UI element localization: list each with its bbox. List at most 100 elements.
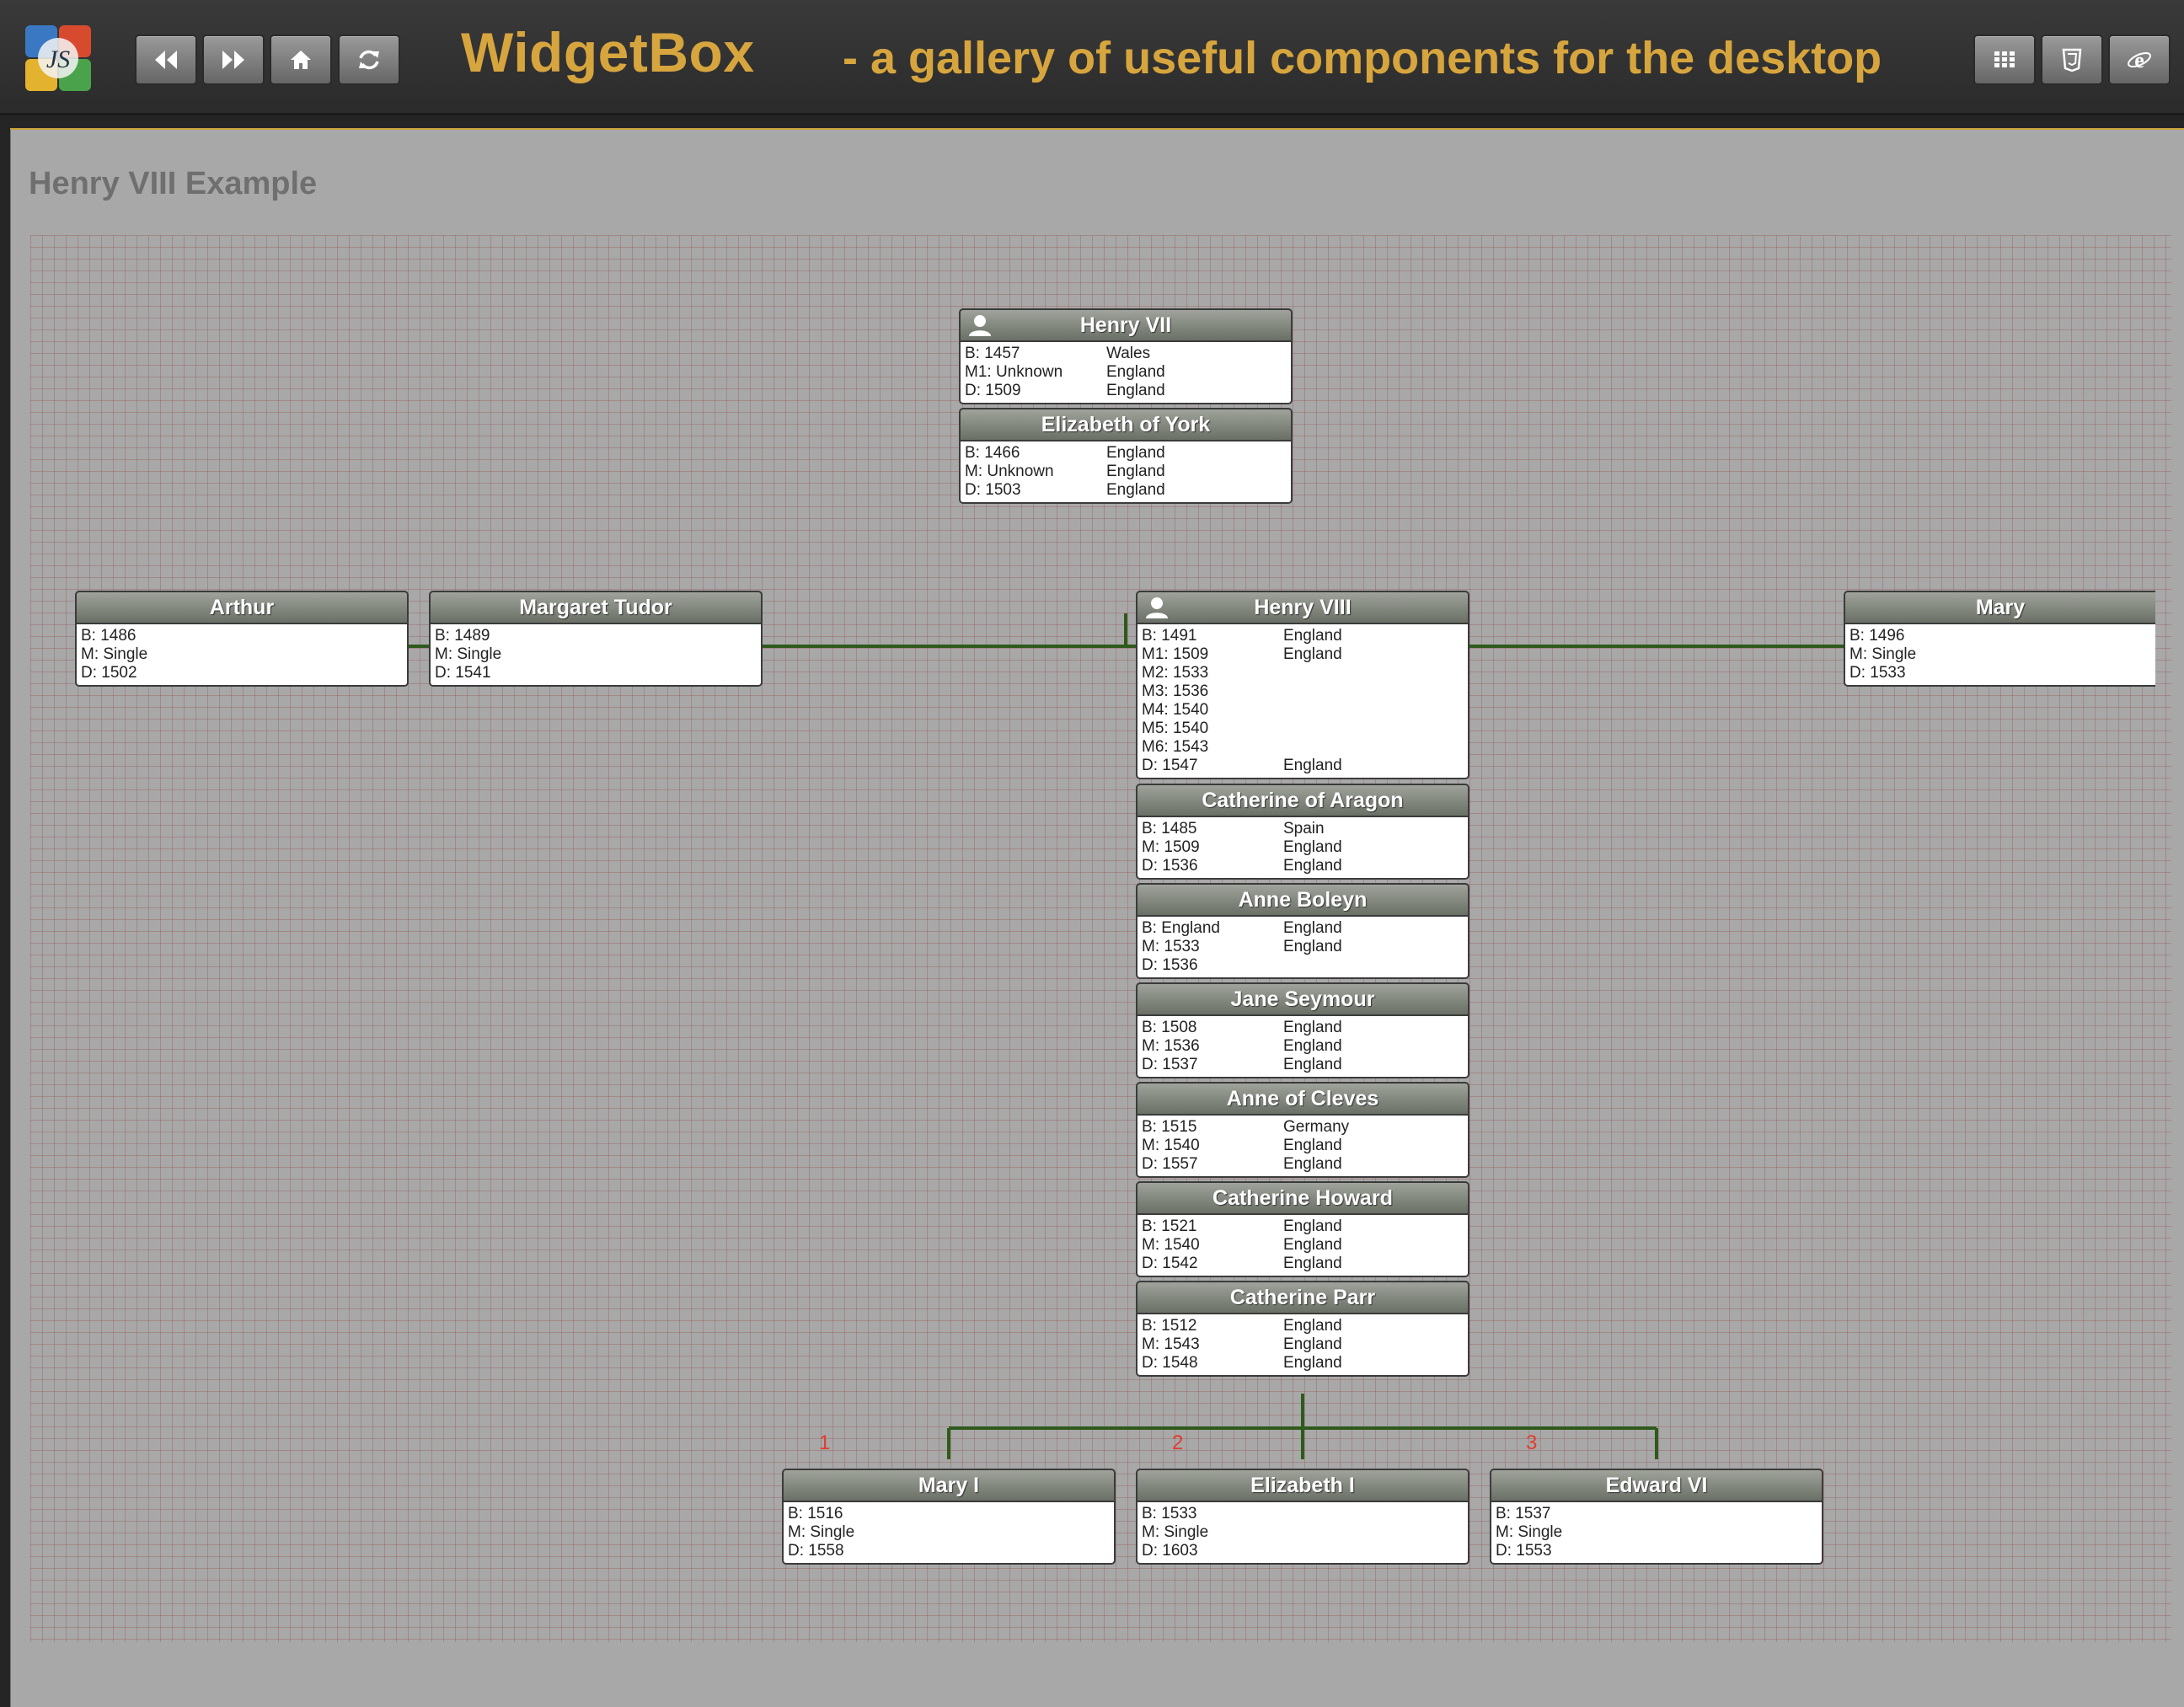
detail-label: D: 1509 xyxy=(965,382,1021,399)
detail-row: D: 1533 xyxy=(1849,664,2152,682)
card-details: B: 1516 M: Single D: 1558 xyxy=(782,1502,1116,1565)
detail-row: D: 1537 England xyxy=(1142,1056,1464,1074)
detail-label: B: 1512 xyxy=(1142,1317,1197,1335)
forward-button[interactable] xyxy=(202,35,265,85)
person-card-mary[interactable]: Mary B: 1496 M: Single D: 1533 xyxy=(1844,591,2155,687)
person-card-mary-i[interactable]: Mary I B: 1516 M: Single D: 1558 xyxy=(782,1469,1116,1565)
card-details: B: 1537 M: Single D: 1553 xyxy=(1490,1502,1823,1565)
person-name: Margaret Tudor xyxy=(519,596,672,619)
detail-row: D: 1553 xyxy=(1496,1542,1818,1560)
detail-label: M: 1509 xyxy=(1142,838,1200,856)
child-index: 1 xyxy=(819,1431,831,1454)
detail-label: D: 1533 xyxy=(1849,664,1906,682)
detail-row: M: 1540 England xyxy=(1142,1236,1464,1255)
detail-label: D: 1502 xyxy=(81,664,137,682)
card-header: Anne of Cleves xyxy=(1136,1082,1469,1116)
person-card-henry-vii[interactable]: Henry VII B: 1457 Wales M1: Unknown Englan… xyxy=(959,308,1293,404)
ie-button[interactable]: e xyxy=(2108,35,2171,85)
person-name: Elizabeth I xyxy=(1250,1474,1355,1497)
detail-row: M4: 1540 xyxy=(1142,701,1464,720)
detail-label: M: 1540 xyxy=(1142,1137,1200,1154)
detail-row: M: 1543 England xyxy=(1142,1335,1464,1354)
detail-row: D: 1536 England xyxy=(1142,857,1464,875)
detail-label: D: 1553 xyxy=(1496,1542,1552,1560)
person-name: Jane Seymour xyxy=(1230,987,1375,1011)
person-name: Edward VI xyxy=(1605,1474,1708,1497)
detail-row: M: 1536 England xyxy=(1142,1037,1464,1056)
detail-label: B: 1537 xyxy=(1496,1505,1551,1522)
person-card-anne-boleyn[interactable]: Anne Boleyn B: England England M: 1533 Eng… xyxy=(1136,883,1469,979)
person-card-catherine-of-aragon[interactable]: Catherine of Aragon B: 1485 Spain M: 1509… xyxy=(1136,784,1469,880)
html5-button[interactable] xyxy=(2041,35,2103,85)
detail-label: M3: 1536 xyxy=(1142,682,1209,700)
detail-place: Wales xyxy=(1106,345,1151,362)
gallery-button[interactable] xyxy=(1973,35,2036,85)
person-card-catherine-parr[interactable]: Catherine Parr B: 1512 England M: 1543 Eng… xyxy=(1136,1281,1469,1377)
detail-place: England xyxy=(1106,382,1165,399)
person-card-elizabeth-i[interactable]: Elizabeth I B: 1533 M: Single D: 1603 xyxy=(1136,1469,1469,1565)
refresh-button[interactable] xyxy=(338,35,400,85)
detail-place: England xyxy=(1283,1037,1342,1055)
person-card-anne-of-cleves[interactable]: Anne of Cleves B: 1515 Germany M: 1540 Eng… xyxy=(1136,1082,1469,1178)
person-card-arthur[interactable]: Arthur B: 1486 M: Single D: 1502 xyxy=(75,591,409,687)
detail-label: M1: 1509 xyxy=(1142,645,1209,663)
detail-row: M: Unknown England xyxy=(965,463,1287,481)
detail-row: M: Single xyxy=(1142,1523,1464,1542)
person-name: Elizabeth of York xyxy=(1041,413,1211,436)
detail-place: Germany xyxy=(1283,1118,1350,1136)
detail-row: B: England England xyxy=(1142,919,1464,938)
detail-place: England xyxy=(1283,857,1342,875)
detail-row: D: 1542 England xyxy=(1142,1255,1464,1273)
detail-row: D: 1603 xyxy=(1142,1542,1464,1560)
card-details: B: 1496 M: Single D: 1533 xyxy=(1844,624,2155,687)
detail-label: D: 1557 xyxy=(1142,1155,1198,1173)
person-name: Henry VII xyxy=(1079,313,1172,337)
detail-label: B: 1491 xyxy=(1142,627,1197,645)
home-icon xyxy=(291,51,311,69)
detail-place: England xyxy=(1283,1056,1342,1073)
person-icon xyxy=(1146,597,1168,618)
person-card-edward-vi[interactable]: Edward VI B: 1537 M: Single D: 1553 xyxy=(1490,1469,1823,1565)
back-button[interactable] xyxy=(135,35,197,85)
person-card-jane-seymour[interactable]: Jane Seymour B: 1508 England M: 1536 Engla… xyxy=(1136,982,1469,1078)
card-header: Elizabeth I xyxy=(1136,1469,1469,1502)
person-card-catherine-howard[interactable]: Catherine Howard B: 1521 England M: 1540 E… xyxy=(1136,1181,1469,1277)
app-title: WidgetBox xyxy=(461,21,755,83)
detail-label: B: 1486 xyxy=(81,627,136,645)
detail-label: M4: 1540 xyxy=(1142,701,1209,719)
person-card-henry-viii[interactable]: Henry VIII B: 1491 England M1: 1509 Englan… xyxy=(1136,591,1469,779)
detail-label: D: 1558 xyxy=(788,1542,844,1560)
detail-row: B: 1516 xyxy=(788,1505,1111,1523)
card-header: Margaret Tudor xyxy=(429,591,763,624)
detail-label: M: Single xyxy=(1496,1523,1563,1541)
person-name: Arthur xyxy=(209,596,275,619)
person-card-elizabeth-of-york[interactable]: Elizabeth of York B: 1466 England M: Unkn… xyxy=(959,408,1293,504)
app-logo: JS xyxy=(25,25,91,91)
person-name: Catherine Howard xyxy=(1212,1186,1393,1210)
detail-label: M: 1533 xyxy=(1142,938,1200,955)
card-details: B: England England M: 1533 England D: 1536 xyxy=(1136,917,1469,979)
detail-place: England xyxy=(1283,757,1342,774)
home-button[interactable] xyxy=(270,35,332,85)
person-name: Anne Boleyn xyxy=(1238,888,1368,912)
card-details: B: 1533 M: Single D: 1603 xyxy=(1136,1502,1469,1565)
detail-label: B: 1496 xyxy=(1849,627,1905,645)
detail-row: D: 1509 England xyxy=(965,382,1287,400)
person-name: Mary I xyxy=(918,1474,980,1497)
detail-place: England xyxy=(1283,919,1342,937)
detail-row: D: 1547 England xyxy=(1142,757,1464,775)
card-details: B: 1512 England M: 1543 England D: 1548 Eng… xyxy=(1136,1314,1469,1377)
detail-label: D: 1547 xyxy=(1142,757,1198,774)
detail-label: B: 1533 xyxy=(1142,1505,1197,1522)
detail-row: M: Single xyxy=(788,1523,1111,1542)
detail-label: M2: 1533 xyxy=(1142,664,1209,682)
detail-label: B: 1521 xyxy=(1142,1217,1197,1235)
detail-label: B: 1466 xyxy=(965,444,1020,462)
detail-row: B: 1512 England xyxy=(1142,1317,1464,1335)
card-details: B: 1485 Spain M: 1509 England D: 1536 Engla… xyxy=(1136,817,1469,880)
detail-label: D: 1541 xyxy=(435,664,491,682)
detail-row: B: 1533 xyxy=(1142,1505,1464,1523)
person-name: Anne of Cleves xyxy=(1226,1087,1379,1110)
detail-row: B: 1521 England xyxy=(1142,1217,1464,1236)
person-card-margaret-tudor[interactable]: Margaret Tudor B: 1489 M: Single D: 1541 xyxy=(429,591,763,687)
